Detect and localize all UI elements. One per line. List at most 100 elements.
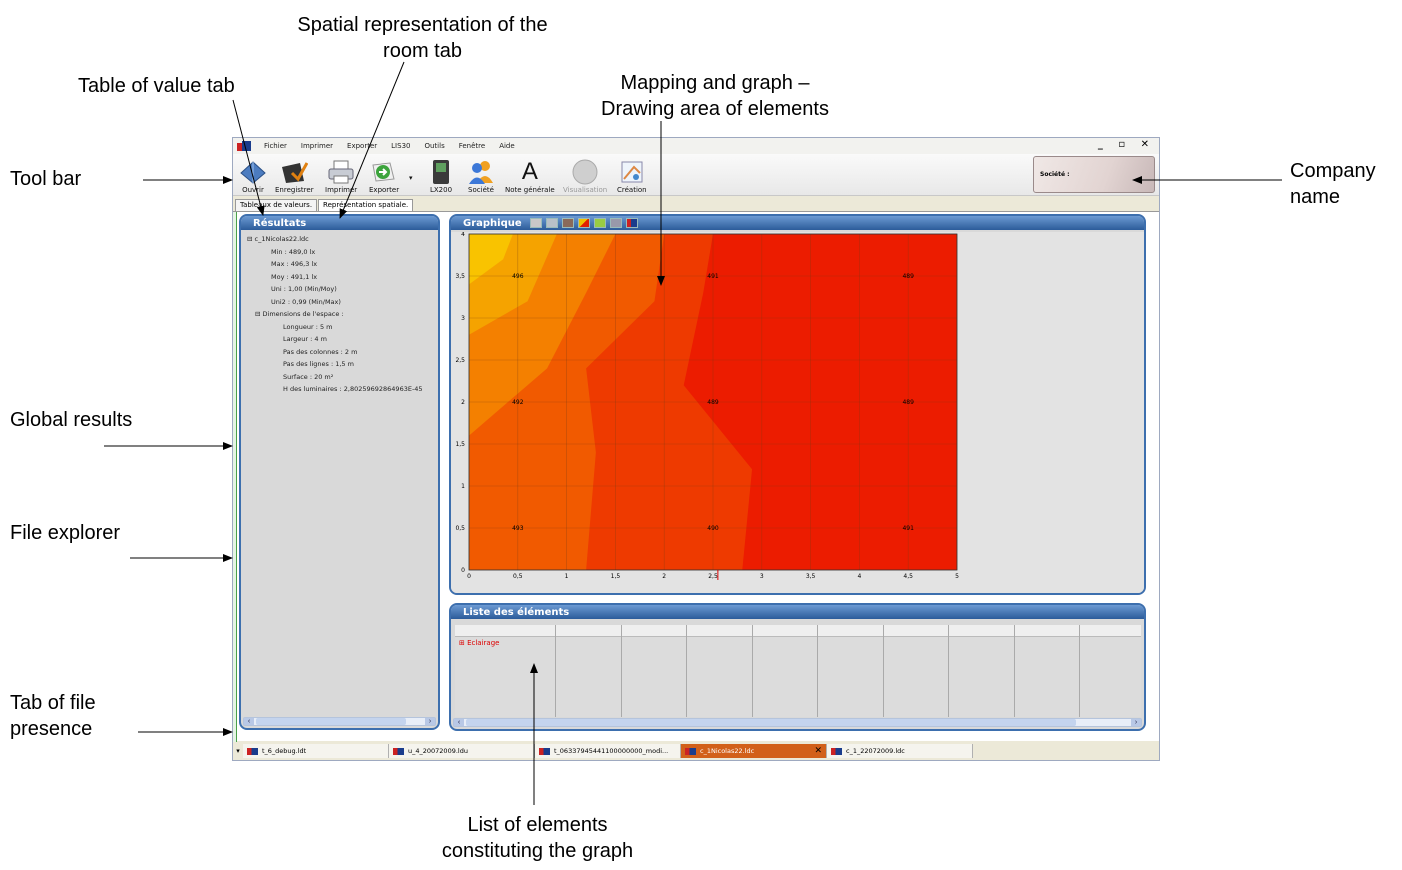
note-generale-button[interactable]: A Note générale <box>505 156 555 195</box>
graph-title: Graphique <box>463 217 522 229</box>
x-tick-label: 1 <box>565 573 569 580</box>
result-pas-lignes: Pas des lignes : 1,5 m <box>283 360 354 368</box>
elements-hscroll[interactable]: ‹ › <box>453 718 1142 727</box>
elements-scroll-thumb[interactable] <box>466 719 1076 726</box>
results-title: Résultats <box>241 216 438 230</box>
toolbar: Ouvrir Enregistrer Imprimer Exporter ▾ L… <box>233 154 1159 196</box>
annotation-file-explorer: File explorer <box>10 522 121 544</box>
y-tick-label: 2,5 <box>455 357 465 364</box>
x-tick-label: 3 <box>760 573 764 580</box>
elements-scroll-left-icon[interactable]: ‹ <box>454 719 464 726</box>
menu-fenetre[interactable]: Fenêtre <box>459 142 485 150</box>
tab-representation-spatiale[interactable]: Représentation spatiale. <box>318 199 414 211</box>
menu-outils[interactable]: Outils <box>424 142 444 150</box>
lx200-device-icon <box>433 160 449 184</box>
menu-lis30[interactable]: LIS30 <box>391 142 410 150</box>
application-window: Fichier Imprimer Exporter LIS30 Outils F… <box>232 137 1160 761</box>
elements-column-divider <box>817 625 818 717</box>
file-tab-2[interactable]: u_4_20072009.ldu <box>389 744 535 758</box>
view-tabs: Tableaux de valeurs. Représentation spat… <box>235 199 414 211</box>
elements-column-divider <box>751 625 753 717</box>
value-label: 493 <box>512 525 524 532</box>
graph-grid-icon[interactable] <box>561 218 574 228</box>
value-label: 491 <box>902 525 914 532</box>
annotation-tab-file-presence: Tab of file presence <box>10 692 96 740</box>
ouvrir-button[interactable]: Ouvrir <box>239 156 267 194</box>
elements-scroll-right-icon[interactable]: › <box>1131 719 1141 726</box>
menu-exporter[interactable]: Exporter <box>347 142 377 150</box>
tree-file-node[interactable]: ⊟ c_1Nicolas22.ldc <box>247 233 432 246</box>
y-tick-label: 0,5 <box>455 525 465 532</box>
annotation-company-name: Company name <box>1290 160 1376 208</box>
societe-button[interactable]: Société <box>467 156 495 194</box>
menu-fichier[interactable]: Fichier <box>264 142 287 150</box>
value-label: 492 <box>512 399 524 406</box>
ouvrir-label: Ouvrir <box>242 186 264 194</box>
y-tick-label: 2 <box>461 399 465 406</box>
elements-header-row <box>455 625 1141 637</box>
open-book-icon <box>240 161 266 184</box>
result-min: Min : 489,0 lx <box>271 247 316 256</box>
elements-column-divider <box>1079 625 1080 717</box>
annotation-list-elements: List of elements constituting the graph <box>441 814 634 862</box>
app-logo-icon <box>237 141 251 151</box>
elements-column-divider <box>555 625 556 717</box>
visualisation-label: Visualisation <box>563 186 608 194</box>
sphere-icon <box>572 159 598 185</box>
file-tab-3[interactable]: t_06337945441100000000_modi... <box>535 744 681 758</box>
file-tab-4[interactable]: c_1Nicolas22.ldc ✕ <box>681 744 827 758</box>
exporter-dropdown-icon[interactable]: ▾ <box>409 172 413 182</box>
printer-icon <box>328 160 354 184</box>
enregistrer-button[interactable]: Enregistrer <box>275 156 314 194</box>
imprimer-button[interactable]: Imprimer <box>325 156 357 194</box>
x-tick-label: 2,5 <box>708 573 718 580</box>
graph-flag-icon[interactable] <box>625 218 638 228</box>
x-tick-label: 5 <box>955 573 959 580</box>
scroll-left-icon[interactable]: ‹ <box>244 718 254 725</box>
file-list-dropdown-icon[interactable]: ▾ <box>233 747 243 755</box>
scroll-thumb[interactable] <box>256 718 406 725</box>
graph-color-icon[interactable] <box>577 218 590 228</box>
scroll-right-icon[interactable]: › <box>425 718 435 725</box>
results-hscroll[interactable]: ‹ › <box>243 717 436 726</box>
menu-imprimer[interactable]: Imprimer <box>301 142 333 150</box>
save-folder-icon <box>282 162 309 183</box>
creation-button[interactable]: Création <box>617 156 647 194</box>
graph-header: Graphique <box>451 216 1144 230</box>
annotation-mapping: Mapping and graph – Drawing area of elem… <box>601 72 829 120</box>
tab-tableaux-de-valeurs[interactable]: Tableaux de valeurs. <box>235 199 318 211</box>
tree-dimensions-node[interactable]: ⊟ Dimensions de l'espace : <box>247 308 432 321</box>
x-tick-label: 1,5 <box>611 573 621 580</box>
x-tick-label: 0 <box>467 573 471 580</box>
lx200-button[interactable]: LX200 <box>427 156 455 194</box>
graph-sphere-icon[interactable] <box>529 218 542 228</box>
value-label: 491 <box>707 273 719 280</box>
file-tab-1[interactable]: t_6_debug.ldt <box>243 744 389 758</box>
close-icon[interactable]: ✕ <box>814 746 822 756</box>
elements-row-eclairage[interactable]: ⊞ Eclairage <box>459 639 499 647</box>
annotation-spatial-tab: Spatial representation of the room tab <box>297 14 548 62</box>
menu-bar: Fichier Imprimer Exporter LIS30 Outils F… <box>233 138 1159 154</box>
imprimer-label: Imprimer <box>325 186 358 194</box>
x-tick-label: 2 <box>662 573 666 580</box>
export-arrow-icon <box>372 162 395 182</box>
users-icon <box>469 161 493 184</box>
elements-column-divider <box>1145 625 1146 717</box>
menu-aide[interactable]: Aide <box>499 142 514 150</box>
exporter-button[interactable]: Exporter <box>369 156 399 194</box>
enregistrer-label: Enregistrer <box>275 186 314 194</box>
company-label: Société : <box>1040 171 1070 178</box>
elements-column-divider <box>882 625 884 717</box>
elements-column-divider <box>1013 625 1015 717</box>
value-label: 489 <box>902 399 914 406</box>
societe-label: Société <box>468 186 494 194</box>
file-tab-5[interactable]: c_1_22072009.ldc <box>827 744 973 758</box>
window-controls[interactable]: _ ▫ ✕ <box>1098 139 1155 150</box>
result-uni2: Uni2 : 0,99 (Min/Max) <box>271 297 341 306</box>
graph-map-icon[interactable] <box>593 218 606 228</box>
graph-scale-icon[interactable] <box>545 218 558 228</box>
annotation-tool-bar: Tool bar <box>10 168 82 190</box>
visualisation-button[interactable]: Visualisation <box>563 156 607 194</box>
graph-table-icon[interactable] <box>609 218 622 228</box>
value-label: 490 <box>707 525 719 532</box>
